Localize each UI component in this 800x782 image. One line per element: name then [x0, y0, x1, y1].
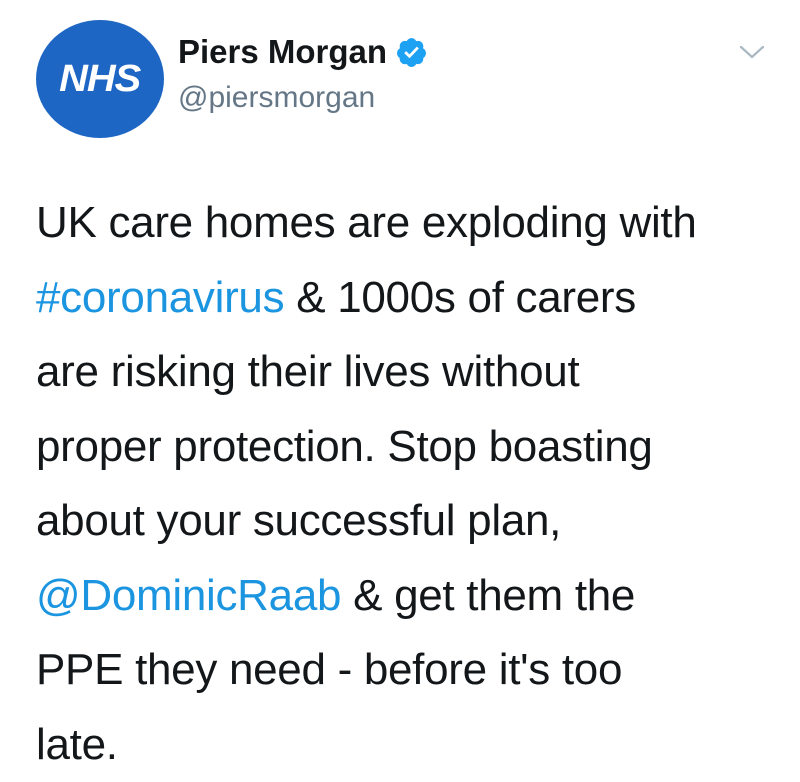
- user-handle[interactable]: @piersmorgan: [178, 76, 428, 120]
- avatar[interactable]: NHS: [36, 20, 164, 138]
- tweet-line: UK care homes are exploding with: [36, 186, 776, 261]
- tweet-line: @DominicRaab & get them the: [36, 559, 776, 634]
- tweet-line-text: & get them the: [341, 571, 635, 620]
- hashtag-link[interactable]: #coronavirus: [36, 273, 284, 322]
- tweet: NHS Piers Morgan @piersmorgan UK care ho…: [0, 0, 800, 765]
- tweet-body: UK care homes are exploding with #corona…: [36, 186, 776, 782]
- tweet-line: PPE they need - before it's too: [36, 633, 776, 708]
- mention-link[interactable]: @DominicRaab: [36, 571, 341, 620]
- avatar-logo-text: NHS: [59, 58, 140, 101]
- verified-badge-icon: [395, 36, 428, 69]
- name-row: Piers Morgan: [178, 30, 428, 74]
- tweet-line: #coronavirus & 1000s of carers: [36, 261, 776, 336]
- chevron-down-icon[interactable]: [738, 42, 766, 62]
- tweet-line: are risking their lives without: [36, 335, 776, 410]
- tweet-line-text: & 1000s of carers: [284, 273, 636, 322]
- tweet-line: proper protection. Stop boasting: [36, 410, 776, 485]
- tweet-line: about your successful plan,: [36, 484, 776, 559]
- tweet-header: Piers Morgan @piersmorgan: [178, 30, 428, 120]
- tweet-line: late.: [36, 708, 776, 782]
- display-name[interactable]: Piers Morgan: [178, 30, 387, 74]
